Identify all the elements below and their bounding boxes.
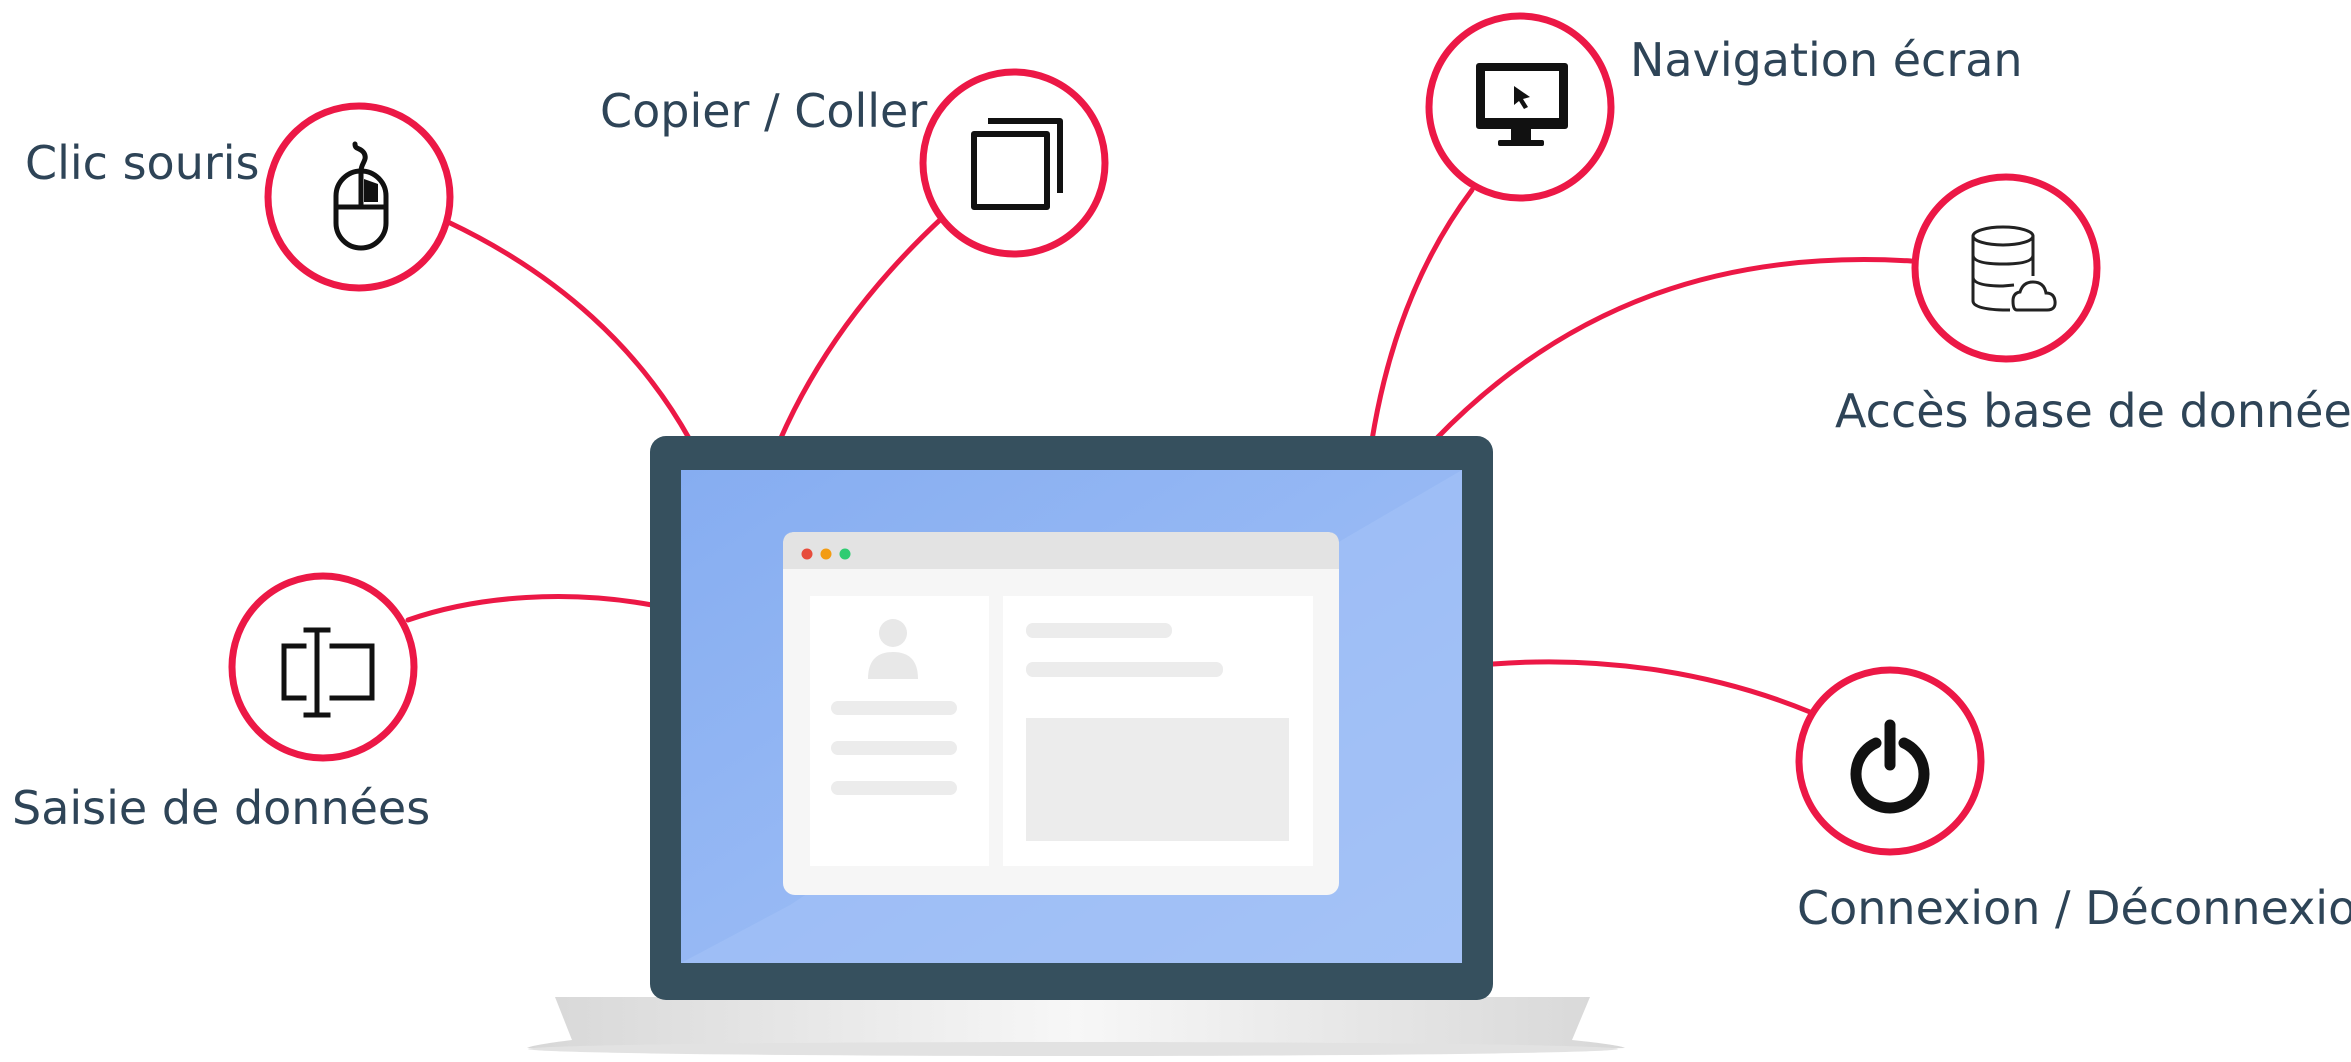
content-line-1 (1026, 623, 1172, 638)
node-database (1911, 173, 2101, 363)
node-screen (1425, 12, 1615, 202)
window-maximize-dot (839, 548, 851, 560)
connector-power (1490, 659, 1813, 715)
label-data-input: Saisie de données (12, 781, 431, 835)
sidebar-line-2 (831, 741, 957, 755)
label-database-access: Accès base de données (1835, 384, 2351, 438)
window-minimize-dot (820, 548, 832, 560)
label-copy-paste: Copier / Coller (600, 84, 928, 138)
node-input (228, 572, 418, 762)
sidebar-line-3 (831, 781, 957, 795)
app-window (783, 532, 1339, 895)
laptop-base-shadow (528, 1042, 1618, 1056)
label-mouse-click: Clic souris (25, 136, 260, 190)
node-mouse (264, 102, 454, 292)
node-power (1795, 666, 1985, 856)
connector-mouse (445, 219, 693, 443)
connector-input (405, 594, 655, 623)
laptop-illustration (527, 436, 1625, 1056)
content-block (1026, 718, 1289, 841)
window-title-bar (783, 532, 1339, 569)
node-copy (919, 68, 1109, 258)
label-connection: Connexion / Déconnexion (1797, 881, 2351, 935)
content-line-2 (1026, 662, 1223, 677)
window-close-dot (801, 548, 813, 560)
automation-diagram: Clic souris Copier / Coller Navigation é… (0, 0, 2351, 1058)
connector-screen (1369, 187, 1475, 443)
label-screen-navigation: Navigation écran (1630, 33, 2023, 87)
sidebar-line-1 (831, 701, 957, 715)
connector-copy (777, 215, 945, 443)
